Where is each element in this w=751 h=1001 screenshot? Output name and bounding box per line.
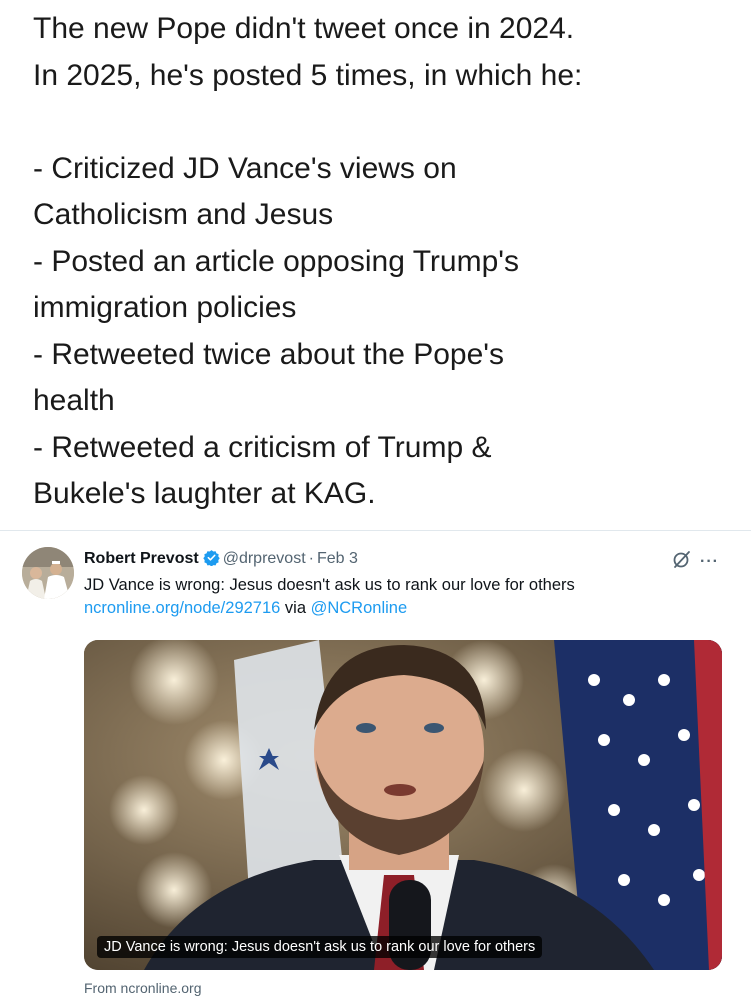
author-name[interactable]: Robert Prevost [84, 550, 199, 567]
caption-line: immigration policies [33, 291, 297, 324]
via-handle-link[interactable]: @NCRonline [311, 599, 408, 617]
caption-line: Catholicism and Jesus [33, 198, 334, 231]
tweet-actions: ··· [672, 549, 719, 574]
post-date[interactable]: Feb 3 [317, 550, 358, 567]
tweet-link-line: ncronline.org/node/292716 via @NCRonline [84, 597, 724, 620]
link-card[interactable]: JD Vance is wrong: Jesus doesn't ask us … [84, 640, 722, 970]
tweet-body: JD Vance is wrong: Jesus doesn't ask us … [84, 574, 724, 620]
embedded-tweet[interactable]: Robert Prevost @drprevost · Feb 3 ··· JD Va… [0, 530, 751, 1001]
tweet-header: Robert Prevost @drprevost · Feb 3 [84, 549, 358, 569]
caption-line: health [33, 384, 115, 417]
separator-dot: · [308, 550, 314, 567]
author-handle[interactable]: @drprevost [223, 550, 306, 567]
article-link[interactable]: ncronline.org/node/292716 [84, 599, 280, 617]
tweet-text: JD Vance is wrong: Jesus doesn't ask us … [84, 576, 575, 594]
verified-badge-icon [202, 549, 220, 567]
caption-line: - Posted an article opposing Trump's [33, 244, 519, 278]
caption-line: The new Pope didn't tweet once in 2024. [33, 12, 575, 45]
card-source[interactable]: From ncronline.org [84, 980, 202, 996]
caption-line: Bukele's laughter at KAG. [33, 477, 376, 510]
grok-icon[interactable] [672, 549, 692, 574]
more-icon[interactable]: ··· [700, 553, 719, 569]
avatar[interactable] [22, 547, 74, 599]
caption-line: - Retweeted a criticism of Trump & [33, 430, 492, 464]
card-image [84, 640, 722, 970]
via-text: via [280, 599, 311, 617]
caption-line: - Criticized JD Vance's views on [33, 151, 457, 185]
caption-line: In 2025, he's posted 5 times, in which h… [33, 58, 583, 92]
post-caption: The new Pope didn't tweet once in 2024. … [33, 6, 733, 518]
caption-line: - Retweeted twice about the Pope's [33, 337, 505, 371]
card-caption: JD Vance is wrong: Jesus doesn't ask us … [97, 936, 543, 958]
